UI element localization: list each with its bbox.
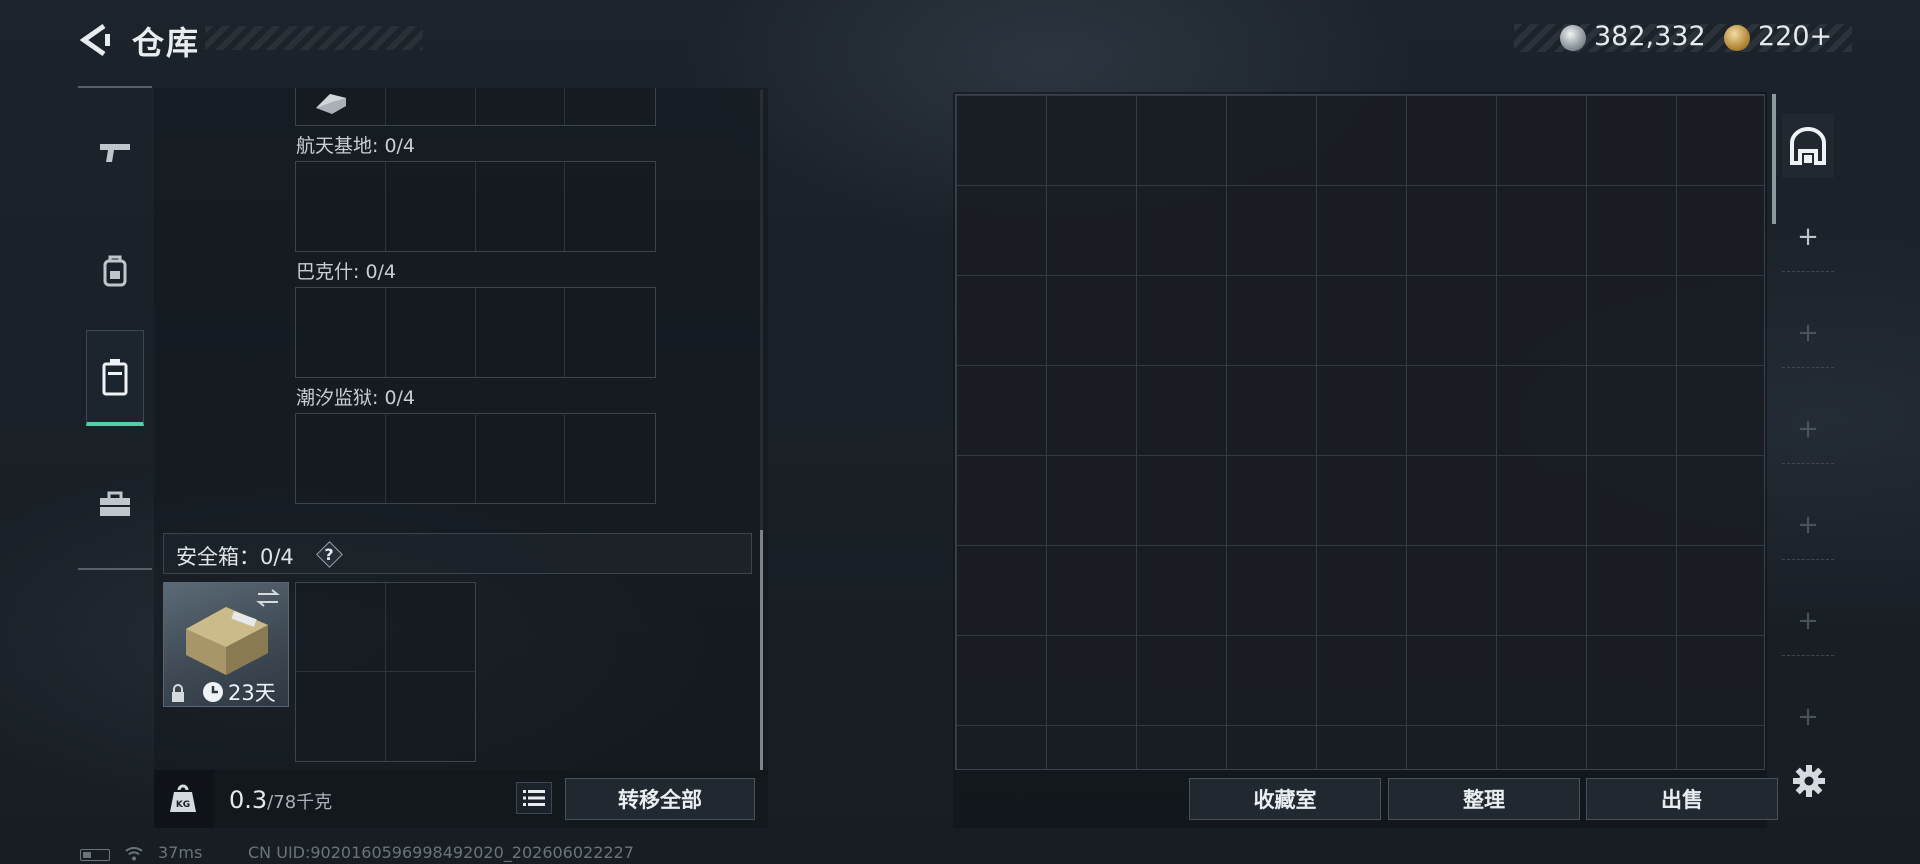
help-button-label: ? xyxy=(324,544,334,564)
slot[interactable] xyxy=(476,414,566,503)
left-scrollbar-thumb[interactable] xyxy=(760,530,763,770)
gold-amount[interactable]: 220+ xyxy=(1758,21,1832,52)
sidebar-item-tools[interactable] xyxy=(86,456,144,552)
slot[interactable] xyxy=(296,672,386,761)
slot[interactable] xyxy=(296,414,386,503)
stash-tab-locked[interactable]: + xyxy=(1782,586,1834,656)
wifi-icon xyxy=(125,847,143,861)
user-uid: CN UID:9020160596998492020_202606022227 xyxy=(248,843,634,862)
stash-tab-locked[interactable]: + xyxy=(1782,298,1834,368)
section-label-tidal-prison: 潮汐监狱: 0/4 xyxy=(296,387,416,409)
swap-icon[interactable] xyxy=(255,588,281,608)
svg-text:KG: KG xyxy=(176,800,190,810)
expiry-days: 23天 xyxy=(228,681,276,705)
warehouse-icon xyxy=(1790,127,1826,165)
slot[interactable] xyxy=(385,583,475,672)
clock-icon xyxy=(203,682,223,702)
stash-tab-locked[interactable]: + xyxy=(1782,490,1834,560)
slot[interactable] xyxy=(296,583,386,672)
backpack-icon xyxy=(103,255,127,287)
weight-max: /78千克 xyxy=(267,792,333,813)
gold-coin-icon[interactable] xyxy=(1724,25,1750,51)
battery-icon xyxy=(80,849,110,861)
sell-button[interactable]: 出售 xyxy=(1586,778,1778,820)
slot[interactable] xyxy=(476,162,566,251)
slot-row-space-base[interactable] xyxy=(295,161,656,252)
slot[interactable] xyxy=(565,414,655,503)
sidebar-item-weapons[interactable] xyxy=(86,104,144,200)
pistol-icon xyxy=(100,144,130,162)
page-title: 仓库 xyxy=(132,24,201,62)
section-label-bakhsh: 巴克什: 0/4 xyxy=(296,261,397,283)
organize-button[interactable]: 整理 xyxy=(1388,778,1580,820)
safe-box-grid[interactable] xyxy=(295,582,476,762)
weight-kg-icon: KG xyxy=(170,784,196,812)
slot[interactable] xyxy=(296,162,386,251)
slot-row-tidal-prison[interactable] xyxy=(295,413,656,504)
silver-amount: 382,332 xyxy=(1594,21,1706,52)
stash-grid[interactable] xyxy=(955,94,1765,770)
gear-icon[interactable] xyxy=(1792,764,1826,798)
safe-box-label: 安全箱：0/4 xyxy=(176,545,294,569)
lock-icon xyxy=(172,684,184,702)
weight-current: 0.3 xyxy=(229,786,268,814)
stash-tab-add[interactable]: + xyxy=(1782,202,1834,272)
slot[interactable] xyxy=(476,288,566,377)
collection-room-button[interactable]: 收藏室 xyxy=(1189,778,1381,820)
title-decoration xyxy=(205,26,423,50)
slot[interactable] xyxy=(296,288,386,377)
slot[interactable] xyxy=(565,162,655,251)
weight-readout: 0.3/78千克 xyxy=(229,786,332,814)
slot[interactable] xyxy=(386,288,476,377)
slot[interactable] xyxy=(386,414,476,503)
transfer-all-button[interactable]: 转移全部 xyxy=(565,778,755,820)
list-view-button[interactable] xyxy=(516,782,552,814)
item-thumbnail-icon[interactable] xyxy=(312,88,352,116)
slot-row-bakhsh[interactable] xyxy=(295,287,656,378)
stash-tab-home[interactable] xyxy=(1782,114,1834,178)
case-icon xyxy=(102,358,128,395)
sidebar-item-gear[interactable] xyxy=(86,222,144,318)
stash-tab-locked[interactable]: + xyxy=(1782,682,1834,752)
section-label-space-base: 航天基地: 0/4 xyxy=(296,135,416,157)
stash-tab-locked[interactable]: + xyxy=(1782,394,1834,464)
silver-coin-icon xyxy=(1560,25,1586,51)
help-button[interactable]: ? xyxy=(315,540,343,568)
slot[interactable] xyxy=(386,672,476,761)
slot[interactable] xyxy=(386,162,476,251)
slot[interactable] xyxy=(565,288,655,377)
list-icon xyxy=(523,790,545,806)
ping-readout: 37ms xyxy=(158,843,203,862)
sidebar-item-containers[interactable] xyxy=(86,330,144,426)
toolbox-icon xyxy=(100,491,130,516)
back-arrow-icon[interactable] xyxy=(78,22,112,58)
